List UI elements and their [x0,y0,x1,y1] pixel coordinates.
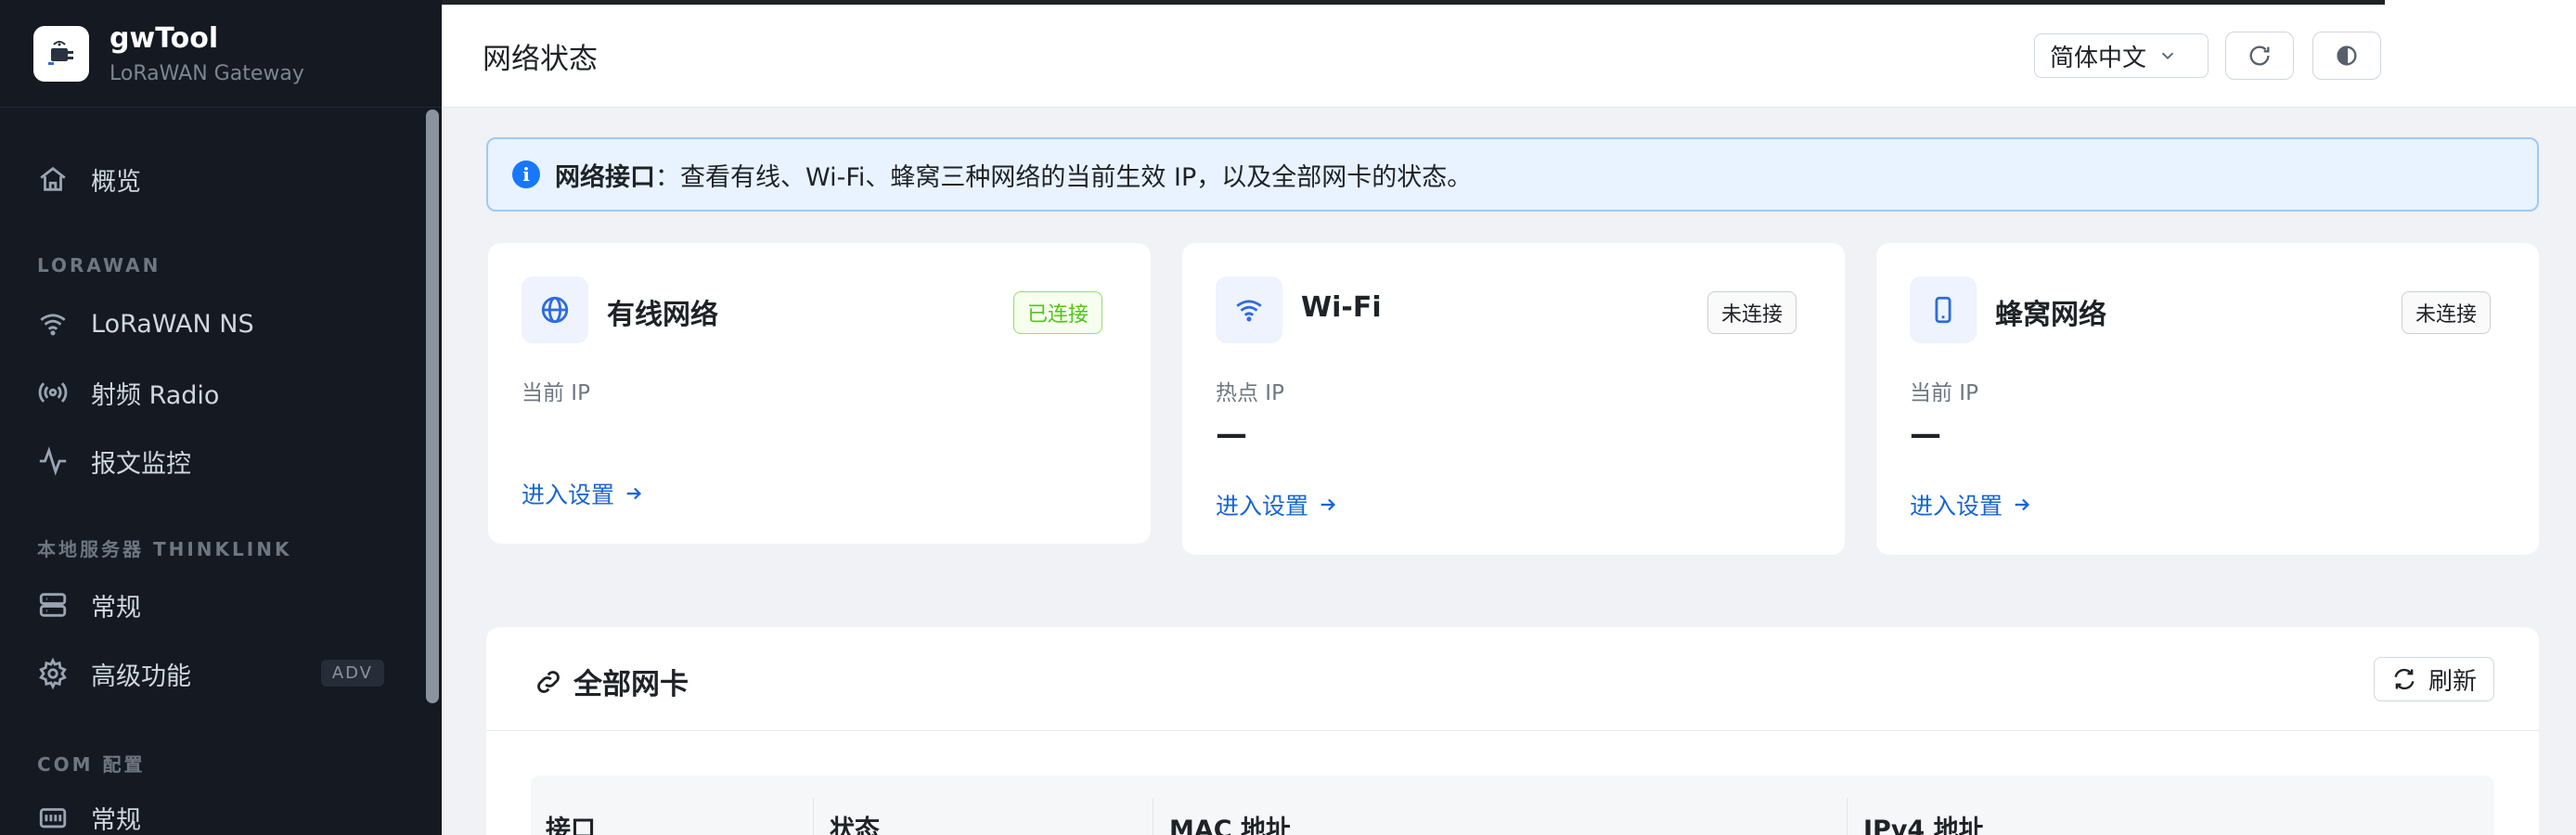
sidebar-item-label: 常规 [91,805,141,835]
wifi-icon [40,314,66,336]
sidebar-scrollbar-thumb[interactable] [426,109,439,703]
theme-toggle-button[interactable] [2312,32,2381,80]
activity-icon [39,446,67,476]
arrow-right-icon [626,487,642,500]
card-wifi: Wi-Fi 未连接 热点 IP — 进入设置 [1182,243,1845,555]
status-badge: 已连接 [1012,291,1102,334]
home-icon [40,166,66,191]
banner-text: ：查看有线、Wi-Fi、蜂窝三种网络的当前生效 IP，以及全部网卡的状态。 [655,162,1473,192]
column-header-ipv4[interactable]: IPv4 地址 [1863,809,1984,835]
sidebar-item-label: 高级功能 [91,662,191,691]
refresh-button[interactable]: 刷新 [2373,657,2494,701]
settings-link-label: 进入设置 [522,482,615,508]
sidebar-item-label: 射频 Radio [91,380,220,410]
phone-icon [1910,276,1977,343]
refresh-button-label: 刷新 [2428,667,2477,696]
sidebar-item-advanced[interactable]: 高级功能 ADV [0,641,423,706]
sidebar-section-lorawan: LORAWAN [37,254,161,276]
wifi-icon [1216,276,1282,343]
settings-link-label: 进入设置 [1910,493,2003,520]
settings-link[interactable]: 进入设置 [1216,488,1338,521]
sidebar-item-label: LoRaWAN NS [91,309,254,339]
info-banner: i 网络接口 ：查看有线、Wi-Fi、蜂窝三种网络的当前生效 IP，以及全部网卡… [486,137,2539,212]
table-header: 接口 状态 MAC 地址 IPv4 地址 [531,776,2494,835]
status-badge: 未连接 [2401,291,2491,334]
ip-label: 当前 IP [1910,381,1978,405]
ip-label: 当前 IP [522,381,590,405]
sidebar-item-packet-monitor[interactable]: 报文监控 [0,429,423,494]
panel-header: 全部网卡 刷新 [486,627,2539,731]
sidebar-item-label: 报文监控 [91,449,191,479]
card-cellular: 蜂窝网络 未连接 当前 IP — 进入设置 [1876,243,2539,555]
language-select-value: 简体中文 [2050,44,2147,72]
column-divider [1847,798,1848,835]
server-icon [39,593,67,617]
sidebar-item-label: 概览 [91,167,141,197]
card-title: Wi-Fi [1301,291,1382,324]
contrast-icon [2337,45,2357,66]
settings-link-label: 进入设置 [1216,493,1309,520]
settings-link[interactable]: 进入设置 [522,477,644,510]
globe-icon [522,276,588,343]
panel-title-label: 全部网卡 [573,668,689,701]
reload-button[interactable] [2225,32,2294,80]
column-header-status[interactable]: 状态 [830,809,880,835]
keyboard-icon [39,808,67,829]
header: 网络状态 简体中文 [442,0,2576,108]
sidebar-item-overview[interactable]: 概览 [0,147,423,212]
language-select[interactable]: 简体中文 [2034,33,2209,78]
sidebar-item-server-general[interactable]: 常规 [0,572,423,637]
reload-icon [2249,45,2270,66]
card-wired: 有线网络 已连接 当前 IP 进入设置 [488,243,1151,544]
gear-icon [39,658,67,689]
panel-title: 全部网卡 [533,661,689,702]
sidebar-section-com: COM 配置 [37,753,146,776]
ip-value: — [1910,416,1941,453]
brand-subtitle: LoRaWAN Gateway [109,61,304,85]
refresh-icon [2394,668,2415,690]
info-icon: i [512,161,540,188]
link-icon [537,670,560,693]
radio-icon [38,382,68,403]
sidebar-item-com-general[interactable]: 常规 [0,785,423,835]
brand-name: gwTool [109,21,219,55]
settings-link[interactable]: 进入设置 [1910,488,2032,521]
sidebar-item-lorawan-ns[interactable]: LoRaWAN NS [0,291,423,356]
arrow-right-icon [2015,498,2030,511]
chevron-down-icon [2161,52,2174,60]
ip-label: 热点 IP [1216,381,1284,405]
ip-value: — [1216,416,1247,453]
gateway-logo-icon [33,25,89,82]
sidebar-section-thinklink: 本地服务器 THINKLINK [37,538,292,560]
status-badge: 未连接 [1707,291,1797,334]
sidebar: gwTool LoRaWAN Gateway 概览 LORAWAN LoRaWA… [0,0,442,835]
card-title: 蜂窝网络 [1995,299,2106,331]
adv-badge: ADV [320,660,384,687]
card-title: 有线网络 [607,299,718,331]
banner-title: 网络接口 [555,162,655,192]
page-title: 网络状态 [483,43,598,76]
sidebar-item-radio[interactable]: 射频 Radio [0,360,423,425]
arrow-right-icon [1320,498,1336,511]
top-progress-bar [442,0,2385,5]
column-divider [813,798,814,835]
column-header-mac[interactable]: MAC 地址 [1169,809,1291,835]
column-header-interface[interactable]: 接口 [546,809,596,835]
sidebar-item-label: 常规 [91,593,141,623]
brand[interactable]: gwTool LoRaWAN Gateway [0,0,442,108]
interfaces-panel: 全部网卡 刷新 接口 状态 MAC 地址 IPv4 地址 [486,627,2539,835]
